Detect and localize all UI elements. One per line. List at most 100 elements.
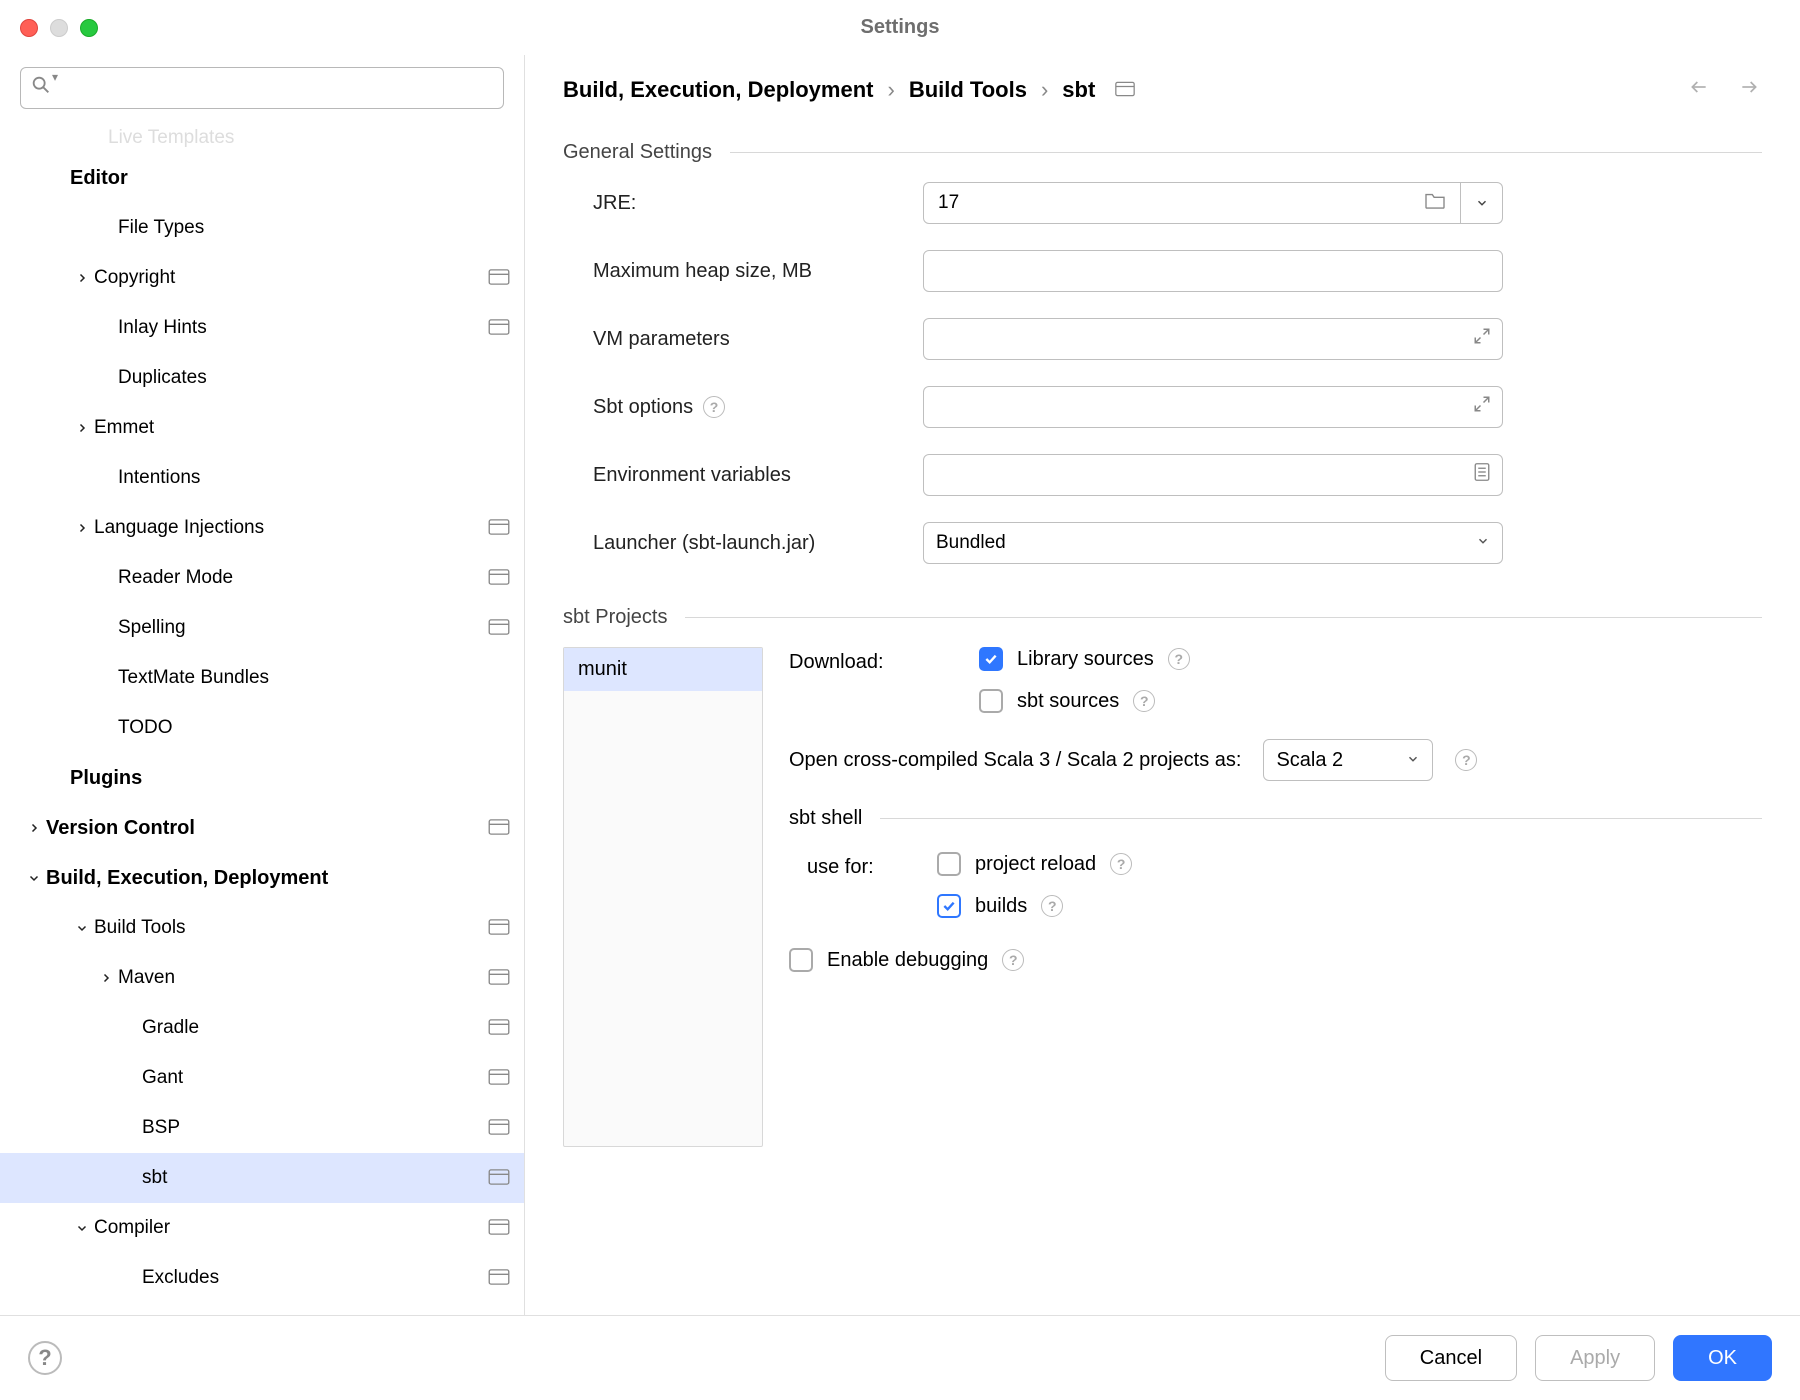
- breadcrumb-separator: ›: [887, 77, 894, 103]
- tree-item-build-tools[interactable]: Build Tools: [0, 903, 524, 953]
- minimize-window-button[interactable]: [50, 19, 68, 37]
- project-reload-checkbox[interactable]: [937, 852, 961, 876]
- tree-item-build-execution-deployment[interactable]: Build, Execution, Deployment: [0, 853, 524, 903]
- chevron-right-icon[interactable]: [70, 422, 94, 434]
- tree-item-label: Maven: [118, 967, 488, 989]
- settings-sidebar: ▾ Live TemplatesEditorFile TypesCopyrigh…: [0, 55, 525, 1315]
- chevron-down-icon[interactable]: [70, 922, 94, 934]
- tree-item-bsp[interactable]: BSP: [0, 1103, 524, 1153]
- tree-item-file-types[interactable]: File Types: [0, 203, 524, 253]
- heap-input[interactable]: [923, 250, 1503, 292]
- library-sources-checkbox[interactable]: [979, 647, 1003, 671]
- sbtopt-input[interactable]: [923, 386, 1503, 428]
- tree-item-label: Copyright: [94, 267, 488, 289]
- project-list-item[interactable]: munit: [564, 648, 762, 691]
- enable-debugging-checkbox[interactable]: [789, 948, 813, 972]
- apply-button[interactable]: Apply: [1535, 1335, 1655, 1381]
- tree-item-version-control[interactable]: Version Control: [0, 803, 524, 853]
- chevron-down-icon: [1476, 532, 1490, 554]
- tree-item-copyright[interactable]: Copyright: [0, 253, 524, 303]
- close-window-button[interactable]: [20, 19, 38, 37]
- nav-back-button[interactable]: [1686, 77, 1712, 103]
- maximize-window-button[interactable]: [80, 19, 98, 37]
- help-icon[interactable]: ?: [1110, 853, 1132, 875]
- launcher-select[interactable]: Bundled: [923, 522, 1503, 564]
- chevron-down-icon[interactable]: [22, 872, 46, 884]
- tree-item-todo[interactable]: TODO: [0, 703, 524, 753]
- tree-item-textmate-bundles[interactable]: TextMate Bundles: [0, 653, 524, 703]
- search-input[interactable]: [20, 67, 504, 109]
- cross-compile-select[interactable]: Scala 2: [1263, 739, 1433, 781]
- jre-label: JRE:: [593, 192, 923, 215]
- cross-compile-label: Open cross-compiled Scala 3 / Scala 2 pr…: [789, 749, 1241, 772]
- tree-item-intentions[interactable]: Intentions: [0, 453, 524, 503]
- tree-item-gant[interactable]: Gant: [0, 1053, 524, 1103]
- general-settings-section: General Settings: [563, 141, 1762, 164]
- chevron-right-icon[interactable]: [70, 272, 94, 284]
- tree-item-reader-mode[interactable]: Reader Mode: [0, 553, 524, 603]
- tree-item-duplicates[interactable]: Duplicates: [0, 353, 524, 403]
- folder-icon[interactable]: [1424, 191, 1446, 215]
- tree-item-inlay-hints[interactable]: Inlay Hints: [0, 303, 524, 353]
- help-icon[interactable]: ?: [1168, 648, 1190, 670]
- chevron-down-icon: [1406, 749, 1420, 772]
- chevron-right-icon[interactable]: [94, 972, 118, 984]
- breadcrumb-separator: ›: [1041, 77, 1048, 103]
- heap-label: Maximum heap size, MB: [593, 260, 923, 283]
- titlebar: Settings: [0, 0, 1800, 55]
- tree-item-plugins[interactable]: Plugins: [0, 753, 524, 803]
- breadcrumb: Build, Execution, Deployment › Build Too…: [563, 77, 1135, 103]
- tree-item-label: Language Injections: [94, 517, 488, 539]
- help-icon[interactable]: ?: [1133, 690, 1155, 712]
- tree-item-language-injections[interactable]: Language Injections: [0, 503, 524, 553]
- ok-button[interactable]: OK: [1673, 1335, 1772, 1381]
- project-tag-icon: [488, 269, 510, 287]
- chevron-right-icon[interactable]: [22, 822, 46, 834]
- jre-combo[interactable]: 17: [923, 182, 1503, 224]
- tree-item-label: Intentions: [118, 467, 510, 489]
- project-list[interactable]: munit: [563, 647, 763, 1147]
- enable-debugging-label: Enable debugging: [827, 949, 988, 972]
- chevron-down-icon[interactable]: [70, 1222, 94, 1234]
- expand-icon[interactable]: [1473, 327, 1491, 351]
- tree-item-label: File Types: [118, 217, 510, 239]
- tree-item-gradle[interactable]: Gradle: [0, 1003, 524, 1053]
- sbt-shell-section: sbt shell: [789, 807, 1762, 830]
- dialog-footer: ? Cancel Apply OK: [0, 1315, 1800, 1400]
- list-icon[interactable]: [1473, 462, 1491, 488]
- vm-input[interactable]: [923, 318, 1503, 360]
- cancel-button[interactable]: Cancel: [1385, 1335, 1517, 1381]
- help-icon[interactable]: ?: [703, 396, 725, 418]
- tree-item-label: Inlay Hints: [118, 317, 488, 339]
- expand-icon[interactable]: [1473, 395, 1491, 419]
- tree-item-editor[interactable]: Editor: [0, 153, 524, 203]
- breadcrumb-seg-1: Build Tools: [909, 77, 1027, 103]
- project-reload-label: project reload: [975, 853, 1096, 876]
- builds-checkbox[interactable]: [937, 894, 961, 918]
- window-controls: [20, 19, 98, 37]
- help-button[interactable]: ?: [28, 1341, 62, 1375]
- breadcrumb-seg-0: Build, Execution, Deployment: [563, 77, 873, 103]
- tree-item-spelling[interactable]: Spelling: [0, 603, 524, 653]
- project-tag-icon: [488, 969, 510, 987]
- tree-item-label: Duplicates: [118, 367, 510, 389]
- tree-item-compiler[interactable]: Compiler: [0, 1203, 524, 1253]
- sbt-sources-label: sbt sources: [1017, 690, 1119, 713]
- tree-item-emmet[interactable]: Emmet: [0, 403, 524, 453]
- breadcrumb-seg-2: sbt: [1062, 77, 1095, 103]
- tree-item-sbt[interactable]: sbt: [0, 1153, 524, 1203]
- project-tag-icon: [1115, 77, 1135, 103]
- nav-forward-button[interactable]: [1736, 77, 1762, 103]
- launcher-value: Bundled: [936, 532, 1006, 554]
- tree-item-maven[interactable]: Maven: [0, 953, 524, 1003]
- env-input[interactable]: [923, 454, 1503, 496]
- sbt-sources-checkbox[interactable]: [979, 689, 1003, 713]
- help-icon[interactable]: ?: [1455, 749, 1477, 771]
- help-icon[interactable]: ?: [1002, 949, 1024, 971]
- chevron-right-icon[interactable]: [70, 522, 94, 534]
- help-icon[interactable]: ?: [1041, 895, 1063, 917]
- tree-item-label: TextMate Bundles: [118, 667, 510, 689]
- tree-item-excludes[interactable]: Excludes: [0, 1253, 524, 1303]
- chevron-down-icon[interactable]: [1461, 182, 1503, 224]
- project-tag-icon: [488, 519, 510, 537]
